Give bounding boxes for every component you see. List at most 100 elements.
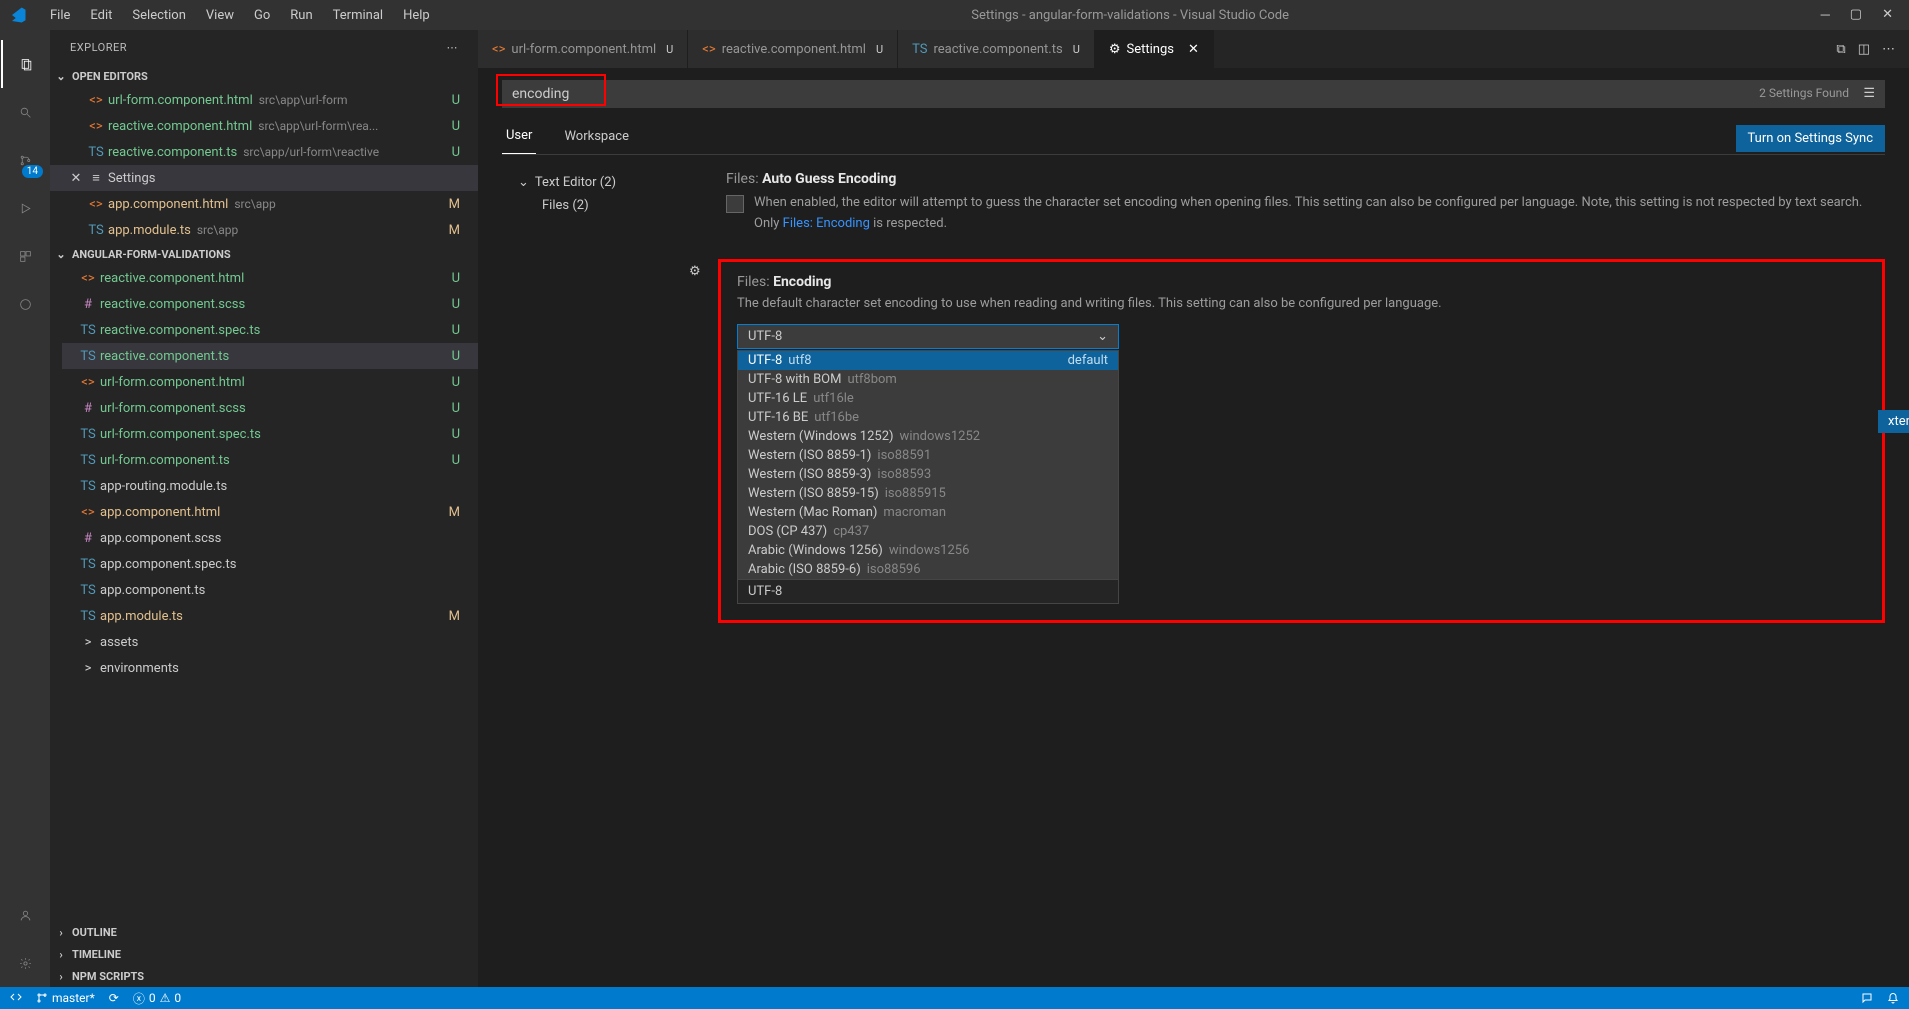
open-editors-section[interactable]: ⌄OPEN EDITORS	[50, 65, 478, 87]
encoding-option[interactable]: Arabic (Windows 1256)windows1256	[738, 541, 1118, 560]
editor-tab[interactable]: <>reactive.component.htmlU	[688, 30, 898, 68]
more-icon[interactable]: ⋯	[447, 41, 459, 54]
file-tree-item[interactable]: #app.component.scss	[62, 525, 478, 551]
auto-guess-checkbox[interactable]	[726, 195, 744, 213]
file-tree-item[interactable]: <>app.component.htmlM	[62, 499, 478, 525]
editor-tab[interactable]: ⚙Settings✕	[1095, 30, 1214, 68]
npm-scripts-section[interactable]: ›NPM SCRIPTS	[50, 965, 478, 987]
setting-gear-icon[interactable]: ⚙	[689, 264, 701, 279]
file-tree-item[interactable]: <>reactive.component.htmlU	[62, 265, 478, 291]
menu-go[interactable]: Go	[244, 4, 280, 27]
open-editor-item[interactable]: TSreactive.component.tssrc\app/url-form\…	[50, 139, 478, 165]
accounts-icon[interactable]	[1, 891, 49, 939]
maximize-icon[interactable]: ▢	[1850, 7, 1862, 23]
encoding-option[interactable]: Western (ISO 8859-15)iso885915	[738, 484, 1118, 503]
menu-edit[interactable]: Edit	[80, 4, 122, 27]
project-section[interactable]: ⌄ANGULAR-FORM-VALIDATIONS	[50, 243, 478, 265]
file-tree-item[interactable]: >assets	[62, 629, 478, 655]
file-tree-item[interactable]: #url-form.component.scssU	[62, 395, 478, 421]
split-editor-icon[interactable]: ◫	[1858, 42, 1870, 57]
encoding-option[interactable]: DOS (CP 437)cp437	[738, 522, 1118, 541]
dropdown-filter-input[interactable]: UTF-8	[738, 579, 1118, 603]
encoding-option[interactable]: Western (ISO 8859-3)iso88593	[738, 465, 1118, 484]
menu-help[interactable]: Help	[393, 4, 440, 27]
editor-tab[interactable]: TSreactive.component.tsU	[898, 30, 1095, 68]
nav-text-editor[interactable]: ⌄Text Editor (2)	[518, 171, 718, 194]
encoding-option[interactable]: UTF-8 with BOMutf8bom	[738, 370, 1118, 389]
file-tree-item[interactable]: TSurl-form.component.tsU	[62, 447, 478, 473]
file-type-icon: TS	[78, 557, 98, 572]
close-tab-icon[interactable]: ✕	[1188, 42, 1199, 57]
encoding-option[interactable]: Western (Mac Roman)macroman	[738, 503, 1118, 522]
open-editor-item[interactable]: <>reactive.component.htmlsrc\app\url-for…	[50, 113, 478, 139]
outline-section[interactable]: ›OUTLINE	[50, 921, 478, 943]
file-type-icon: TS	[78, 583, 98, 598]
problems[interactable]: ⓧ 0 ⚠ 0	[133, 990, 181, 1007]
file-type-icon: TS	[78, 453, 98, 468]
close-icon[interactable]: ✕	[66, 171, 86, 186]
menu-terminal[interactable]: Terminal	[323, 4, 393, 27]
menu-selection[interactable]: Selection	[122, 4, 195, 27]
file-type-icon: TS	[78, 479, 98, 494]
file-tree-item[interactable]: TSapp.component.ts	[62, 577, 478, 603]
nav-files[interactable]: Files (2)	[518, 194, 718, 217]
scope-user-tab[interactable]: User	[502, 122, 536, 154]
files-encoding-link[interactable]: Files: Encoding	[783, 216, 870, 231]
file-tree-item[interactable]: TSapp-routing.module.ts	[62, 473, 478, 499]
tab-icon: <>	[702, 42, 715, 57]
encoding-option[interactable]: UTF-8utf8default	[738, 351, 1118, 370]
file-type-icon: <>	[78, 271, 98, 286]
file-tree-item[interactable]: TSapp.module.tsM	[62, 603, 478, 629]
menu-run[interactable]: Run	[280, 4, 322, 27]
open-editor-item[interactable]: <>url-form.component.htmlsrc\app\url-for…	[50, 87, 478, 113]
scope-workspace-tab[interactable]: Workspace	[560, 123, 633, 154]
settings-search-input[interactable]	[502, 80, 1885, 108]
menu-file[interactable]: File	[40, 4, 80, 27]
file-type-icon: <>	[86, 119, 106, 134]
file-tree-item[interactable]: #reactive.component.scssU	[62, 291, 478, 317]
search-result-count: 2 Settings Found	[1759, 86, 1849, 100]
feedback-icon[interactable]	[1861, 992, 1873, 1004]
encoding-option[interactable]: UTF-16 LEutf16le	[738, 389, 1118, 408]
run-debug-icon[interactable]	[1, 184, 49, 232]
extensions-icon[interactable]	[1, 232, 49, 280]
encoding-option[interactable]: UTF-16 BEutf16be	[738, 408, 1118, 427]
settings-sync-button[interactable]: Turn on Settings Sync	[1736, 125, 1886, 152]
sidebar: EXPLORER ⋯ ⌄OPEN EDITORS <>url-form.comp…	[50, 30, 478, 987]
tab-icon: TS	[912, 42, 927, 57]
sync-icon[interactable]: ⟳	[109, 991, 119, 1005]
setting-auto-guess-encoding: Files: Auto Guess Encoding When enabled,…	[718, 171, 1885, 235]
remote-indicator[interactable]	[10, 992, 22, 1004]
search-icon[interactable]	[1, 88, 49, 136]
close-icon[interactable]: ✕	[1882, 7, 1893, 23]
file-tree-item[interactable]: >environments	[62, 655, 478, 681]
explorer-icon[interactable]	[1, 40, 49, 88]
file-tree-item[interactable]: TSapp.component.spec.ts	[62, 551, 478, 577]
file-tree-item[interactable]: TSreactive.component.spec.tsU	[62, 317, 478, 343]
settings-editor: 2 Settings Found ☰ User Workspace Turn o…	[478, 68, 1909, 987]
open-editor-item[interactable]: <>app.component.htmlsrc\appM	[50, 191, 478, 217]
encoding-select[interactable]: UTF-8 ⌄	[737, 324, 1119, 349]
file-tree-item[interactable]: <>url-form.component.htmlU	[62, 369, 478, 395]
file-tree-item[interactable]: TSreactive.component.tsU	[62, 343, 478, 369]
file-tree-item[interactable]: TSurl-form.component.spec.tsU	[62, 421, 478, 447]
minimize-icon[interactable]: ─	[1821, 7, 1830, 23]
source-control-icon[interactable]: 14	[1, 136, 49, 184]
filter-icon[interactable]: ☰	[1863, 86, 1875, 101]
notifications-icon[interactable]	[1887, 992, 1899, 1004]
open-new-icon[interactable]: ⧉	[1836, 42, 1845, 57]
extensions-button[interactable]: xtensions	[1878, 410, 1909, 433]
menu-view[interactable]: View	[196, 4, 244, 27]
editor-tab[interactable]: <>url-form.component.htmlU	[478, 30, 688, 68]
encoding-option[interactable]: Western (ISO 8859-1)iso88591	[738, 446, 1118, 465]
manage-gear-icon[interactable]	[1, 939, 49, 987]
encoding-option[interactable]: Western (Windows 1252)windows1252	[738, 427, 1118, 446]
open-editor-item[interactable]: TSapp.module.tssrc\appM	[50, 217, 478, 243]
encoding-option[interactable]: Arabic (ISO 8859-6)iso88596	[738, 560, 1118, 579]
git-branch[interactable]: master*	[36, 991, 95, 1005]
open-editor-item[interactable]: ✕≡Settings	[50, 165, 478, 191]
timeline-section[interactable]: ›TIMELINE	[50, 943, 478, 965]
menu-bar: FileEditSelectionViewGoRunTerminalHelp	[40, 4, 440, 27]
more-actions-icon[interactable]: ⋯	[1882, 42, 1895, 57]
remote-icon[interactable]	[1, 280, 49, 328]
